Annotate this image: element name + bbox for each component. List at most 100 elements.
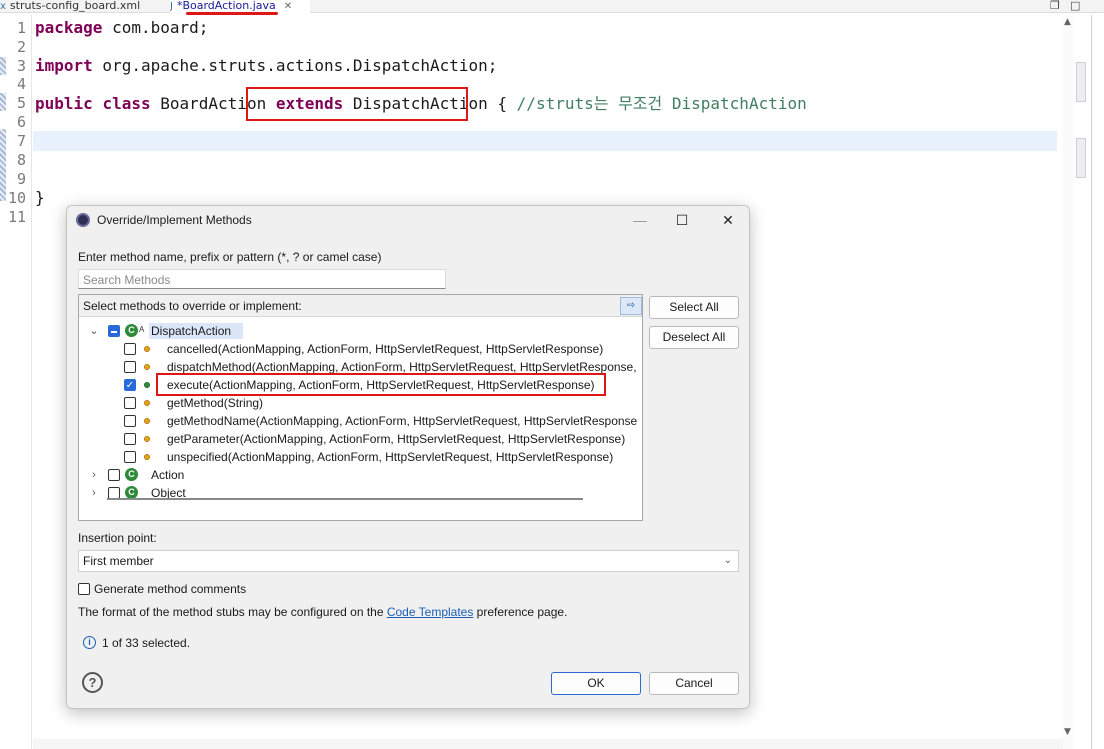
overview-ruler	[1076, 138, 1086, 178]
maximize-icon[interactable]: ☐	[667, 210, 697, 230]
line-number: 9	[16, 170, 26, 188]
tab-struts-config[interactable]: x struts-config_board.xml	[0, 0, 160, 13]
code-keyword: public	[35, 94, 93, 113]
ok-button[interactable]: OK	[551, 672, 641, 695]
checkbox-partial[interactable]	[108, 325, 120, 337]
close-icon[interactable]: ✕	[284, 1, 292, 12]
tree-node-dispatchaction[interactable]: ⌄ C A DispatchAction	[79, 322, 642, 340]
chevron-down-icon: ⌄	[723, 555, 732, 566]
line-number: 6	[16, 113, 26, 131]
method-label: getParameter(ActionMapping, ActionForm, …	[167, 432, 626, 446]
line-number: 2	[16, 38, 26, 56]
code-text: com.board;	[102, 18, 209, 37]
dialog-titlebar[interactable]: Override/Implement Methods — ☐ ✕	[67, 206, 749, 234]
generate-comments-label: Generate method comments	[94, 582, 247, 596]
chevron-down-icon[interactable]: ⌄	[89, 322, 99, 340]
insertion-point-select[interactable]: First member ⌄	[78, 550, 739, 572]
tree-label: Select methods to override or implement:	[83, 299, 302, 313]
line-number: 7	[16, 132, 26, 150]
selection-status: 1 of 33 selected.	[102, 636, 191, 650]
deselect-all-button[interactable]: Deselect All	[649, 326, 739, 349]
code-keyword: class	[102, 94, 151, 113]
tree-node-label: Action	[151, 468, 185, 482]
tree-method-row[interactable]: getParameter(ActionMapping, ActionForm, …	[79, 430, 642, 448]
tree-horizontal-scrollbar[interactable]	[107, 498, 583, 500]
method-label: unspecified(ActionMapping, ActionForm, H…	[167, 450, 614, 464]
tree-method-row[interactable]: unspecified(ActionMapping, ActionForm, H…	[79, 448, 642, 466]
method-checkbox-checked[interactable]: ✓	[124, 379, 136, 391]
line-number: 5	[16, 94, 26, 112]
expand-all-icon[interactable]: ⇨	[620, 297, 642, 315]
tree-node-action[interactable]: › C Action	[79, 466, 642, 484]
search-input[interactable]: Search Methods	[78, 269, 446, 289]
current-line-highlight	[33, 131, 1057, 151]
method-label: cancelled(ActionMapping, ActionForm, Htt…	[167, 342, 604, 356]
tab-highlight-underline	[186, 12, 278, 15]
class-icon: C	[125, 468, 138, 481]
tree-method-row[interactable]: cancelled(ActionMapping, ActionForm, Htt…	[79, 340, 642, 358]
code-keyword: import	[35, 56, 93, 75]
close-icon[interactable]: ✕	[713, 210, 743, 230]
tree-header: Select methods to override or implement:…	[79, 295, 642, 317]
method-checkbox[interactable]	[124, 361, 136, 373]
method-checkbox[interactable]	[124, 343, 136, 355]
code-keyword: package	[35, 18, 103, 37]
method-checkbox[interactable]	[124, 451, 136, 463]
filter-label: Enter method name, prefix or pattern (*,…	[78, 250, 382, 264]
class-checkbox[interactable]	[108, 469, 120, 481]
chevron-right-icon[interactable]: ›	[89, 484, 99, 502]
protected-method-icon	[144, 400, 150, 406]
line-number: 3	[16, 57, 26, 75]
override-implement-dialog: Override/Implement Methods — ☐ ✕ Enter m…	[66, 205, 750, 709]
line-number: 10	[8, 189, 27, 207]
code-templates-link[interactable]: Code Templates	[387, 605, 474, 619]
method-checkbox[interactable]	[124, 397, 136, 409]
tab-label: *BoardAction.java	[176, 0, 276, 12]
protected-method-icon	[144, 418, 150, 424]
scroll-down-icon[interactable]: ▼	[1064, 727, 1071, 737]
method-checkbox[interactable]	[124, 433, 136, 445]
minimize-icon[interactable]: —	[625, 210, 655, 230]
format-note-text: The format of the method stubs may be co…	[78, 605, 387, 619]
restore-icon[interactable]: ❐	[1050, 0, 1060, 11]
line-number: 4	[16, 75, 26, 93]
maximize-icon[interactable]: □	[1070, 0, 1080, 11]
editor-horizontal-scrollbar[interactable]	[33, 739, 1063, 749]
tab-label: struts-config_board.xml	[9, 0, 141, 12]
code-comment: //struts는 무조건 DispatchAction	[516, 94, 807, 113]
view-separator	[1091, 15, 1092, 749]
insertion-point-label: Insertion point:	[78, 531, 157, 545]
line-number: 8	[16, 151, 26, 169]
extends-highlight-box	[246, 87, 468, 121]
help-icon[interactable]: ?	[82, 672, 103, 693]
editor-vertical-scrollbar[interactable]: ▲ ▼	[1062, 15, 1074, 749]
execute-highlight-box	[156, 373, 606, 396]
format-note: The format of the method stubs may be co…	[78, 605, 567, 619]
generate-comments-option[interactable]: Generate method comments	[78, 581, 246, 596]
method-checkbox[interactable]	[124, 415, 136, 427]
tree-method-row[interactable]: getMethod(String)	[79, 394, 642, 412]
line-number: 1	[16, 19, 26, 37]
gutter-change-marker	[0, 93, 6, 111]
gutter-change-marker	[0, 57, 6, 75]
tree-method-row[interactable]: getMethodName(ActionMapping, ActionForm,…	[79, 412, 642, 430]
scroll-up-icon[interactable]: ▲	[1064, 17, 1071, 27]
methods-tree[interactable]: Select methods to override or implement:…	[78, 294, 643, 521]
protected-method-icon	[144, 346, 150, 352]
eclipse-icon	[76, 213, 90, 227]
protected-method-icon	[144, 364, 150, 370]
public-method-icon	[144, 382, 150, 388]
editor-tab-bar: x struts-config_board.xml J *BoardAction.j…	[0, 0, 1104, 13]
abstract-marker: A	[139, 325, 145, 334]
java-file-icon: J	[170, 1, 173, 12]
gutter-change-marker	[0, 129, 6, 201]
method-label: getMethodName(ActionMapping, ActionForm,…	[167, 414, 638, 428]
code-line-1[interactable]: package com.board;	[35, 18, 208, 38]
cancel-button[interactable]: Cancel	[649, 672, 739, 695]
code-line-3[interactable]: import org.apache.struts.actions.Dispatc…	[35, 56, 497, 76]
generate-comments-checkbox[interactable]	[78, 583, 90, 595]
code-line-10[interactable]: }	[35, 188, 45, 208]
chevron-right-icon[interactable]: ›	[89, 466, 99, 484]
select-all-button[interactable]: Select All	[649, 296, 739, 319]
method-label: getMethod(String)	[167, 396, 264, 410]
